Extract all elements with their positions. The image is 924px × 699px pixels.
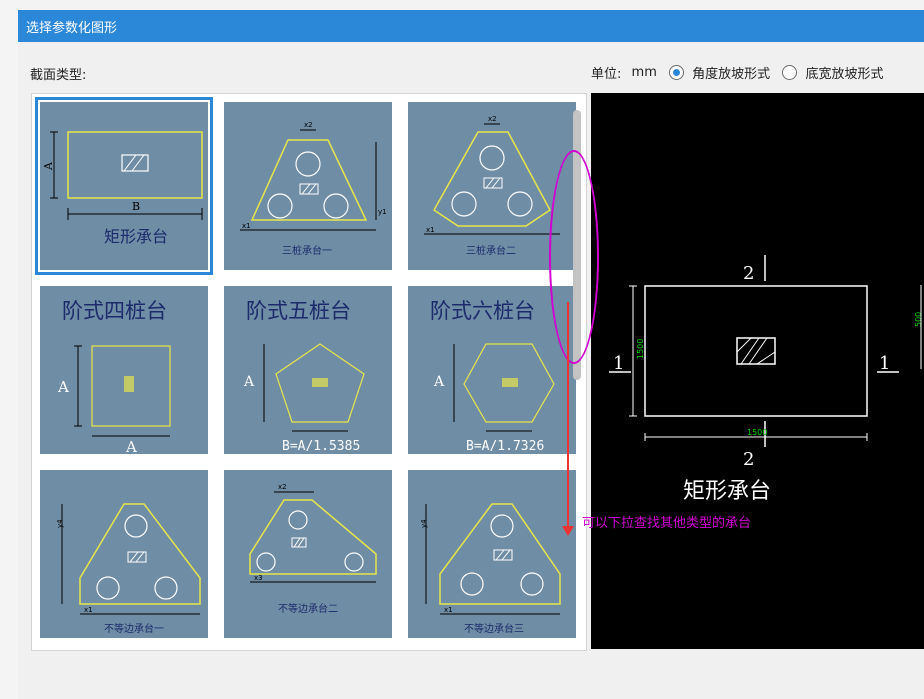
tile-unequal-2[interactable]: x2 x3 不等边承台二	[224, 470, 392, 638]
dialog-title: 选择参数化图形	[26, 21, 118, 36]
parametric-shape-dialog: 选择参数化图形 截面类型: 单位: mm 角度放坡形式 底宽放坡形式 A B 矩…	[18, 10, 924, 699]
preview-dim-width: 1500	[747, 428, 767, 437]
annotation-oval	[549, 150, 599, 364]
tile-u1-y4: y4	[56, 519, 64, 528]
tile-5-dim-a: A	[243, 374, 255, 390]
tile-label-three-pile-1: 三桩承台一	[282, 244, 332, 257]
annotation-arrow-line	[567, 302, 569, 530]
tile-three-pile-1[interactable]: x2 x1 y1 三桩承台一	[224, 102, 392, 270]
tile-u2-x2: x2	[278, 483, 287, 491]
tile-4-dim-a-bottom: A	[125, 438, 137, 454]
preview-dim-side: 500	[914, 312, 923, 327]
annotation-hint: 可以下拉查找其他类型的承台	[582, 516, 752, 531]
tile-rect-cap[interactable]: A B 矩形承台	[35, 97, 213, 275]
tile-3p1-y1: y1	[378, 208, 387, 216]
preview-section-right: 1	[879, 353, 890, 374]
tile-rect-dim-a: A	[42, 161, 55, 171]
tile-label-stepped-five: 阶式五桩台	[246, 299, 351, 323]
preview-title: 矩形承台	[683, 479, 771, 504]
radio-angle-slope-label[interactable]: 角度放坡形式	[692, 63, 770, 82]
shape-preview: 2 2 1 1 1500 1500 500 矩形承台	[591, 93, 924, 649]
tile-label-rect: 矩形承台	[104, 227, 168, 246]
units-value: mm	[631, 65, 657, 80]
tile-u3-x1: x1	[444, 606, 453, 614]
tile-label-unequal-3: 不等边承台三	[464, 622, 524, 635]
tile-u1-x1: x1	[84, 606, 93, 614]
tile-rect-dim-b: B	[132, 200, 140, 213]
units-label: 单位:	[591, 67, 622, 82]
tile-stepped-four[interactable]: 阶式四桩台 A A	[40, 286, 208, 454]
preview-section-bottom: 2	[743, 449, 754, 470]
tile-3p2-x2: x2	[488, 115, 497, 123]
radio-bottom-width-slope[interactable]	[782, 65, 798, 80]
tile-3p1-x2: x2	[304, 121, 313, 129]
tile-3p1-x1: x1	[242, 222, 251, 230]
background-toolbar	[18, 0, 924, 10]
tile-stepped-six[interactable]: 阶式六桩台 A B=A/1.7326	[408, 286, 576, 454]
radio-bottom-width-slope-label[interactable]: 底宽放坡形式	[805, 63, 883, 82]
tile-label-stepped-six: 阶式六桩台	[430, 299, 535, 323]
section-type-label: 截面类型:	[30, 68, 87, 83]
tile-label-three-pile-2: 三桩承台二	[466, 244, 516, 257]
dialog-titlebar: 选择参数化图形	[18, 10, 924, 42]
tile-label-stepped-four: 阶式四桩台	[62, 299, 167, 323]
tile-unequal-3[interactable]: y4 x1 不等边承台三	[408, 470, 576, 638]
left-tool-strip	[0, 0, 19, 699]
tile-3p2-x1: x1	[426, 226, 435, 234]
tile-6-param: B=A/1.7326	[466, 439, 544, 454]
tile-5-param: B=A/1.5385	[282, 439, 360, 454]
shape-gallery: A B 矩形承台 x2 x1 y1 三桩承台一 x2 x1 三桩承台二 阶式四桩…	[31, 93, 587, 651]
annotation-arrow-head	[562, 526, 574, 536]
preview-section-top: 2	[743, 263, 754, 284]
tile-label-unequal-1: 不等边承台一	[104, 622, 164, 635]
tile-4-dim-a-left: A	[57, 378, 69, 396]
tile-u3-y4: y4	[420, 519, 428, 528]
units-row: 单位: mm 角度放坡形式 底宽放坡形式	[591, 63, 883, 82]
tile-label-unequal-2: 不等边承台二	[278, 602, 338, 615]
tile-u2-x3: x3	[254, 574, 263, 582]
preview-dim-height: 1500	[636, 339, 645, 359]
tile-unequal-1[interactable]: y4 x1 不等边承台一	[40, 470, 208, 638]
radio-angle-slope[interactable]	[669, 65, 684, 80]
tile-6-dim-a: A	[433, 374, 445, 390]
tile-stepped-five[interactable]: 阶式五桩台 A B=A/1.5385	[224, 286, 392, 454]
preview-section-left: 1	[613, 353, 624, 374]
